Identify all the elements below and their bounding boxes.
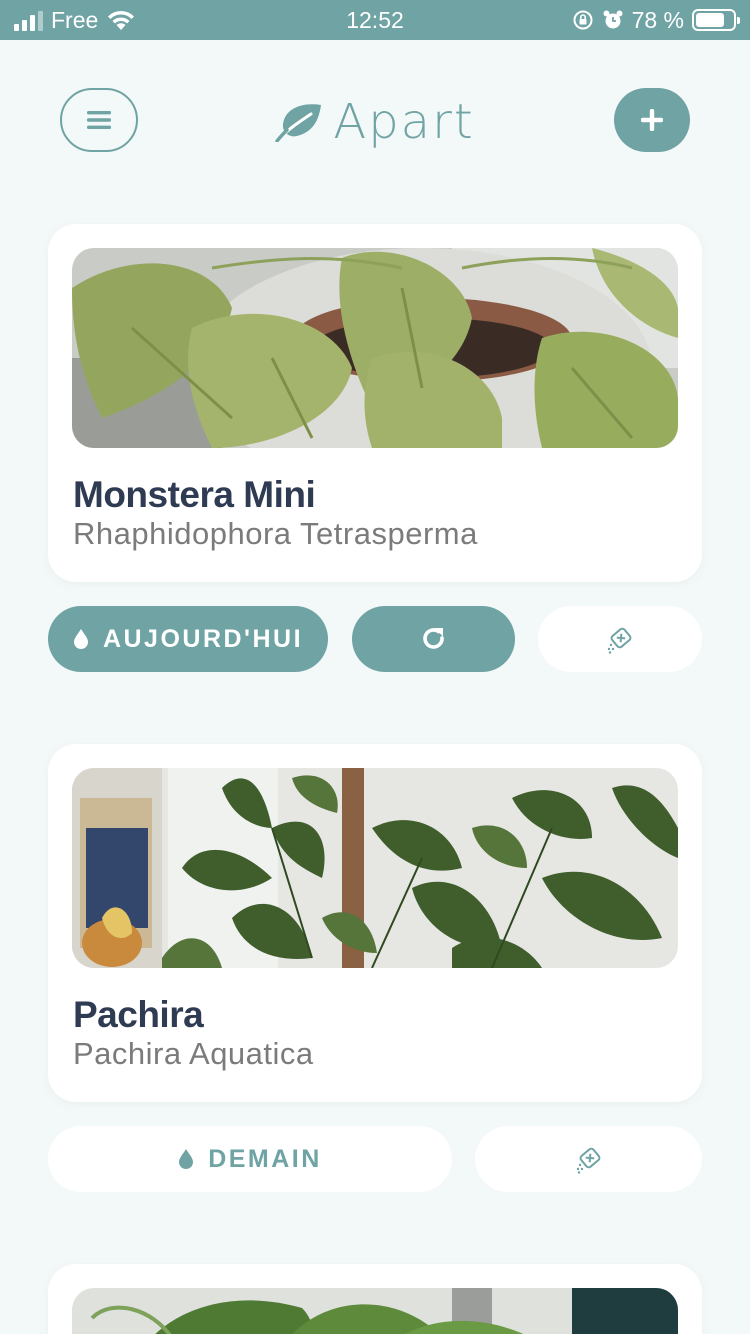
water-label: AUJOURD'HUI: [102, 624, 304, 653]
water-tomorrow-button[interactable]: DEMAIN: [48, 1126, 452, 1192]
water-drop-icon: [179, 1149, 194, 1169]
plant-name: Monstera Mini: [73, 474, 316, 515]
status-bar: Free 12:52 78 %: [0, 0, 750, 40]
plus-icon: [641, 109, 663, 131]
plant-species: Rhaphidophora Tetrasperma: [73, 516, 478, 551]
fertilizer-icon: [607, 627, 632, 654]
plant-card[interactable]: Monstera Mini Rhaphidophora Tetrasperma: [48, 224, 702, 582]
plant-photo: [72, 768, 678, 968]
fertilizer-button[interactable]: [475, 1126, 702, 1192]
plant-card[interactable]: Pachira Pachira Aquatica: [48, 744, 702, 1102]
plant-photo: [72, 1288, 678, 1334]
repeat-button[interactable]: [352, 606, 515, 672]
orientation-lock-icon: [573, 10, 593, 30]
app-title: Apart: [333, 94, 475, 150]
refresh-icon: [422, 628, 444, 649]
battery-percent: 78 %: [631, 6, 684, 33]
plant-card[interactable]: [48, 1264, 702, 1334]
fertilizer-icon: [576, 1147, 600, 1174]
status-right: 78 %: [572, 6, 740, 34]
plant-name: Pachira: [73, 994, 204, 1035]
water-label: DEMAIN: [208, 1144, 322, 1173]
fertilizer-button[interactable]: [538, 606, 702, 672]
leaf-icon: [275, 104, 322, 142]
battery-fill: [696, 13, 724, 27]
plant-photo: [72, 248, 678, 448]
add-plant-button[interactable]: [614, 88, 690, 152]
water-drop-icon: [73, 629, 88, 649]
battery-icon: [692, 9, 740, 31]
plant-species: Pachira Aquatica: [73, 1036, 314, 1071]
water-today-button[interactable]: AUJOURD'HUI: [48, 606, 328, 672]
alarm-clock-icon: [603, 10, 623, 29]
